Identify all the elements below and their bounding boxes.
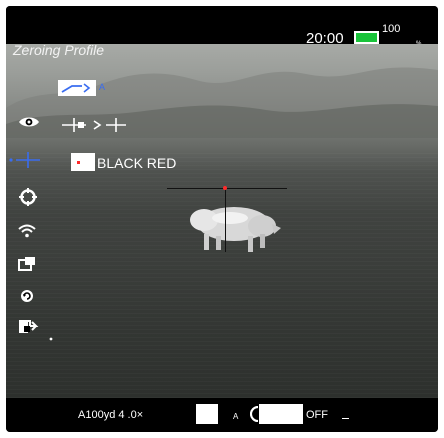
menu-item-reticle-settings[interactable] [18, 188, 40, 206]
export-icon [19, 320, 53, 341]
status-bar: 20:00 100 % [6, 6, 438, 47]
reticle-settings-icon [19, 188, 37, 206]
reticle-color-swatch[interactable] [71, 153, 95, 171]
reticle-center-dot [223, 186, 227, 190]
bottom-status-bar: A100yd 4 .0× A OFF [6, 398, 438, 432]
auto-mode-letter: A [233, 412, 239, 421]
reticle-type-icon [62, 118, 126, 132]
menu-item-export[interactable] [18, 318, 54, 341]
eye-icon [19, 117, 39, 127]
device-screen: 20:00 100 % Zeroing Profile [6, 6, 438, 432]
reticle-shape-option[interactable]: A [58, 78, 108, 98]
zoom-readout: A100yd 4 .0× [78, 409, 144, 421]
overlay-title: Zeroing Profile [13, 42, 105, 58]
boar-heat-signature [190, 207, 281, 252]
selection-marker: A [99, 82, 106, 92]
crosshair-icon [9, 152, 40, 168]
recording-state: OFF [306, 409, 328, 421]
reticle-type-option[interactable] [60, 116, 132, 134]
menu-item-refresh[interactable] [18, 288, 40, 306]
recording-indicator [259, 404, 303, 424]
bluetooth-indicator [342, 418, 349, 419]
reticle-vertical-line [225, 187, 226, 252]
reticle-shape-selector[interactable] [58, 80, 96, 96]
battery-percent: 100 [382, 23, 401, 35]
menu-item-wifi[interactable] [18, 224, 40, 242]
menu-item-picture-in-picture[interactable] [18, 256, 40, 274]
palette-mode-indicator [196, 404, 218, 424]
reticle-color-value: BLACK RED [97, 155, 177, 171]
menu-item-crosshair[interactable] [8, 151, 42, 169]
battery-fill [356, 33, 377, 42]
red-dot-sample [77, 161, 80, 164]
wifi-icon [18, 224, 36, 238]
rifle-icon [61, 83, 91, 93]
refresh-icon [21, 290, 33, 302]
reticle-horizontal-line [167, 188, 287, 189]
picture-in-picture-icon [18, 257, 35, 271]
battery-icon [354, 31, 379, 44]
menu-item-eye[interactable] [18, 114, 40, 132]
